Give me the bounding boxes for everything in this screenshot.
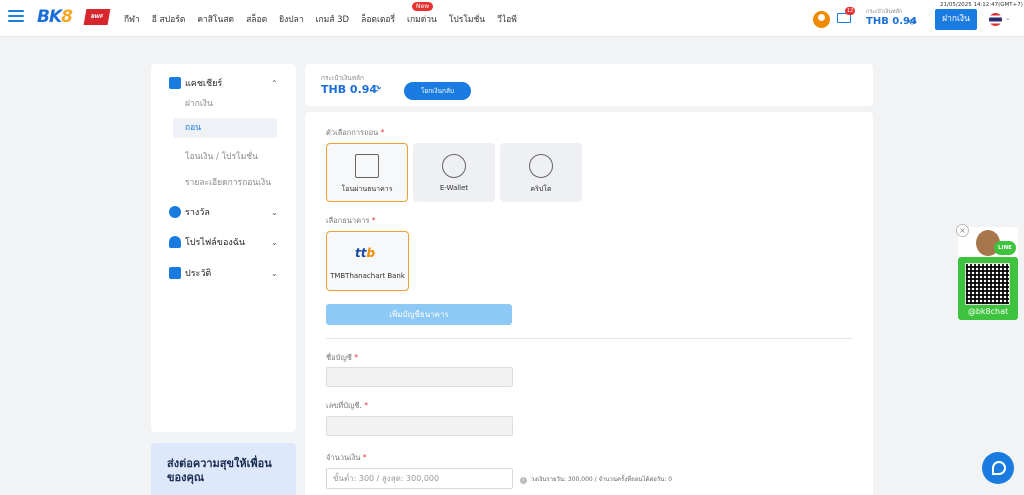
method-label-crypto: คริปโต xyxy=(530,185,552,193)
chevron-down-icon: ⌄ xyxy=(271,207,278,217)
amount-label: จำนวนเงิน * xyxy=(326,453,367,462)
header-balance-label: กระเป๋าเงินหลัก xyxy=(866,9,903,15)
reward-icon xyxy=(169,206,181,218)
bwf-logo: BWF xyxy=(83,9,111,25)
sidebar-item-profile[interactable]: โปรไฟล์ของฉัน ⌄ xyxy=(169,235,278,249)
main-wallet-label: กระเป๋าเงินหลัก xyxy=(321,74,364,82)
info-icon: i xyxy=(520,477,527,484)
new-badge: New xyxy=(412,2,434,11)
referral-promo-banner[interactable]: ส่งต่อความสุขให้เพื่อนของคุณ xyxy=(151,443,296,495)
chevron-down-icon: ⌄ xyxy=(271,237,278,247)
line-chat-widget[interactable]: LINE × @bk8chat xyxy=(956,224,1018,320)
crypto-icon xyxy=(529,154,553,178)
nav-esports[interactable]: อี สปอร์ต xyxy=(152,12,186,26)
sidebar-sub-deposit[interactable]: ฝากเงิน xyxy=(185,96,213,110)
deposit-button[interactable]: ฝากเงิน xyxy=(935,9,977,30)
amount-input[interactable]: ขั้นต่ำ: 300 / สูงสุด: 300,000 xyxy=(326,468,513,489)
limit-note: i วงเงินรายวัน: 300,000 / จำนวนครั้งที่ถอ… xyxy=(520,474,672,484)
chevron-down-icon: ⌄ xyxy=(271,268,278,278)
sidebar-label: รางวัล xyxy=(185,208,210,218)
nav-fast-games[interactable]: New เกมด่วน xyxy=(407,2,437,26)
sidebar-item-rewards[interactable]: รางวัล ⌄ xyxy=(169,205,278,219)
user-avatar-icon[interactable] xyxy=(813,11,830,28)
top-header: BK8 BWF กีฬา อี สปอร์ต คาสิโนสด สล็อต ยิ… xyxy=(0,0,1024,37)
nav-3d-games[interactable]: เกมส์ 3D xyxy=(316,12,350,26)
main-wallet-value: THB 0.94 xyxy=(321,83,378,96)
qr-code xyxy=(965,263,1010,305)
nav-lottery[interactable]: ล็อตเตอรี่ xyxy=(361,12,395,26)
wallet-card: กระเป๋าเงินหลัก THB 0.94 ⟳ โยกเงินกลับ xyxy=(305,64,873,106)
mail-count-badge: 12 xyxy=(845,7,856,15)
nav-promotions[interactable]: โปรโมชั่น xyxy=(449,12,485,26)
account-name-label: ชื่อบัญชี * xyxy=(326,353,358,362)
bank-select-label: เลือกธนาคาร * xyxy=(326,216,376,225)
thai-flag-icon[interactable] xyxy=(989,13,1002,26)
main-nav: กีฬา อี สปอร์ต คาสิโนสด สล็อต ยิงปลา เกม… xyxy=(124,2,529,26)
wallet-icon xyxy=(169,77,181,89)
sidebar-sub-withdraw[interactable]: ถอน xyxy=(173,118,277,138)
sidebar-label: โปรไฟล์ของฉัน xyxy=(185,238,246,248)
sidebar-sub-withdraw-history[interactable]: รายละเอียดการถอนเงิน xyxy=(185,175,271,189)
sidebar-label: ประวัติ xyxy=(185,269,212,279)
method-label-ewallet: E-Wallet xyxy=(439,184,469,192)
profile-icon xyxy=(169,236,181,248)
sidebar: แคชเชียร์ ⌃ ฝากเงิน ถอน โอนเงิน / โปรโมช… xyxy=(151,64,296,432)
document-icon xyxy=(169,267,181,279)
bank-icon xyxy=(355,154,379,178)
bank-name: TMBThanachart Bank xyxy=(330,272,405,280)
account-name-field[interactable] xyxy=(326,367,513,387)
refresh-icon[interactable]: ⟳ xyxy=(909,18,917,28)
promo-text: ส่งต่อความสุขให้เพื่อนของคุณ xyxy=(167,457,272,484)
mail-icon[interactable]: 12 xyxy=(837,7,856,23)
method-bank-transfer[interactable]: โอนผ่านธนาคาร xyxy=(326,143,408,202)
sidebar-item-cashier[interactable]: แคชเชียร์ ⌃ xyxy=(169,76,278,90)
method-label-bank: โอนผ่านธนาคาร xyxy=(341,185,393,193)
nav-live-casino[interactable]: คาสิโนสด xyxy=(197,12,234,26)
add-bank-account-button[interactable]: เพิ่มบัญชีธนาคาร xyxy=(326,304,512,325)
nav-sports[interactable]: กีฬา xyxy=(124,12,140,26)
account-number-label: เลขที่บัญชี. * xyxy=(326,401,368,410)
menu-icon[interactable] xyxy=(8,10,24,23)
line-handle: @bk8chat xyxy=(967,307,1009,316)
sidebar-item-history[interactable]: ประวัติ ⌄ xyxy=(169,266,278,280)
withdraw-form: ตัวเลือกการถอน * โอนผ่านธนาคาร E-Wallet … xyxy=(305,112,873,495)
chevron-up-icon: ⌃ xyxy=(271,78,278,88)
nav-slots[interactable]: สล็อต xyxy=(246,12,267,26)
divider xyxy=(326,338,853,339)
method-e-wallet[interactable]: E-Wallet xyxy=(413,143,495,202)
nav-fishing[interactable]: ยิงปลา xyxy=(279,12,304,26)
method-crypto[interactable]: คริปโต xyxy=(500,143,582,202)
transfer-back-button[interactable]: โยกเงินกลับ xyxy=(404,82,471,100)
chevron-down-icon[interactable]: ⌄ xyxy=(1005,14,1011,22)
account-number-field[interactable] xyxy=(326,416,513,436)
nav-vip[interactable]: วีไอพี xyxy=(497,12,517,26)
datetime: 21/05/2025 14:12:47(GMT+7) xyxy=(940,2,1023,8)
line-logo-badge: LINE xyxy=(994,241,1016,255)
coin-icon xyxy=(442,154,466,178)
ttb-logo: ttb xyxy=(355,246,376,260)
refresh-icon[interactable]: ⟳ xyxy=(373,84,381,95)
live-chat-button[interactable] xyxy=(982,452,1014,484)
method-label: ตัวเลือกการถอน * xyxy=(326,128,385,137)
sidebar-sub-transfer[interactable]: โอนเงิน / โปรโมชั่น xyxy=(185,149,258,163)
sidebar-label: แคชเชียร์ xyxy=(185,79,223,89)
bank-option-tmbthanachart[interactable]: ttb TMBThanachart Bank xyxy=(326,231,409,291)
bk8-logo[interactable]: BK8 xyxy=(37,7,73,27)
close-icon[interactable]: × xyxy=(956,224,969,237)
